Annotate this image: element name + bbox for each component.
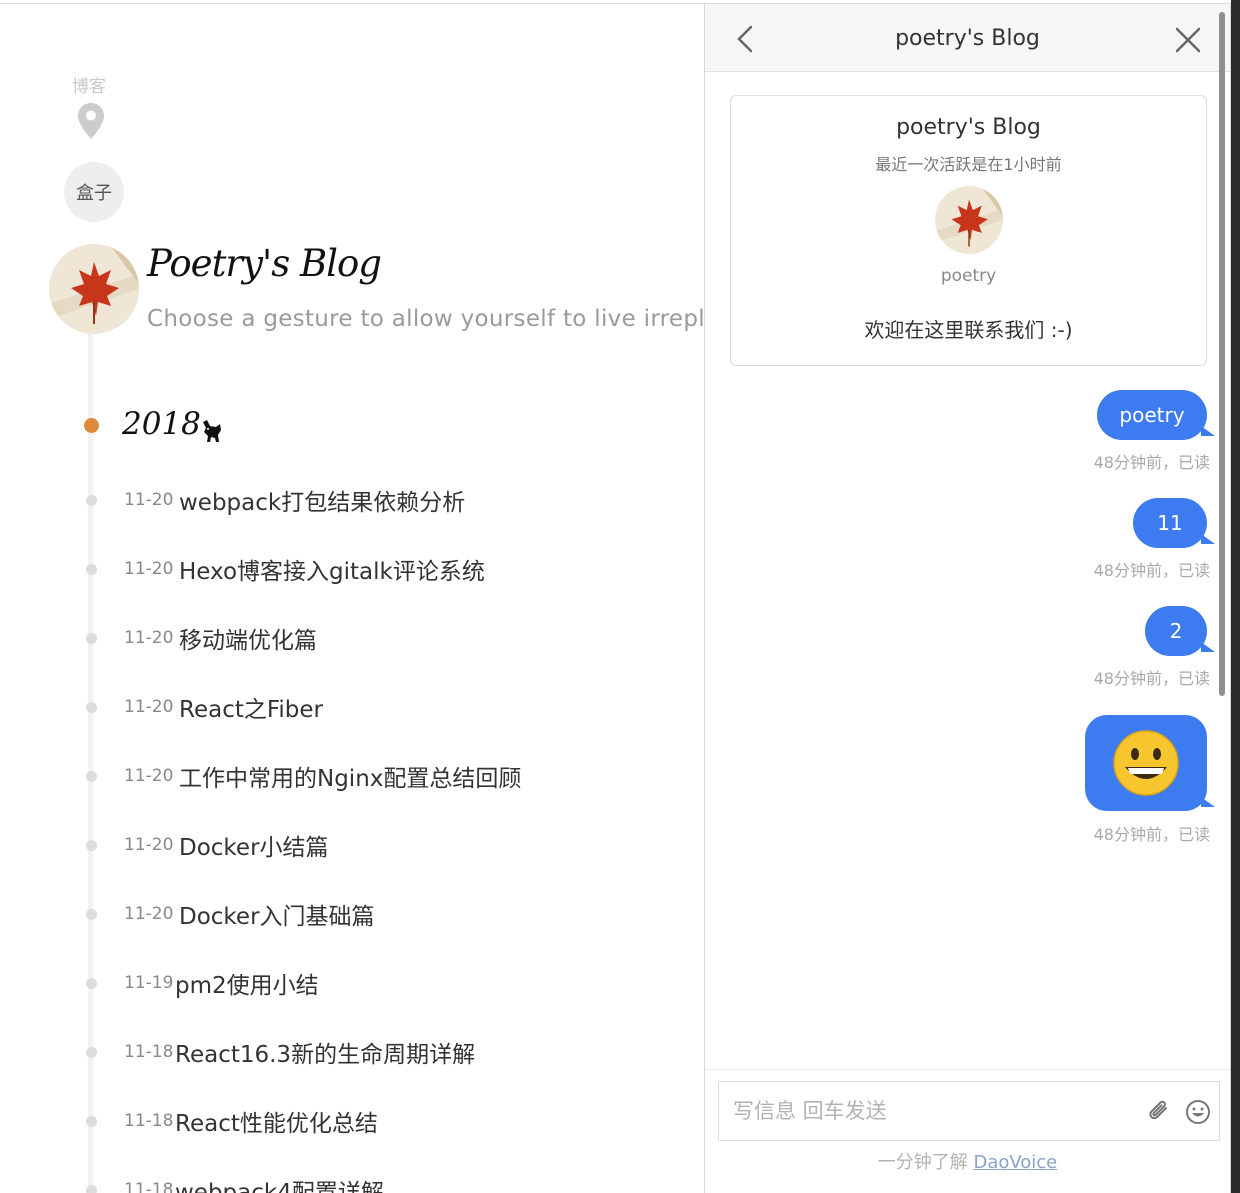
- welcome-message: 欢迎在这里联系我们 :-): [864, 318, 1073, 342]
- footer-prefix: 一分钟了解: [877, 1152, 974, 1173]
- emoji-smile-icon[interactable]: [1185, 1099, 1211, 1125]
- post-dot: [86, 633, 97, 644]
- message-meta: 48分钟前，已读: [1093, 669, 1210, 688]
- footer-note: 一分钟了解 DaoVoice: [705, 1148, 1230, 1174]
- post-title-link[interactable]: Hexo博客接入gitalk评论系统: [179, 552, 485, 586]
- post-title-link[interactable]: 移动端优化篇: [179, 621, 317, 655]
- post-item[interactable]: 11-19 pm2使用小结: [0, 963, 705, 1003]
- post-date: 11-20: [124, 559, 174, 579]
- chat-header: poetry's Blog: [705, 4, 1230, 72]
- post-dot: [86, 840, 97, 851]
- post-title-link[interactable]: Docker入门基础篇: [179, 897, 375, 931]
- post-dot: [86, 1047, 97, 1058]
- message-bubble: poetry: [1097, 390, 1215, 440]
- location-pin-icon: [78, 103, 104, 139]
- post-date: 11-20: [124, 835, 174, 855]
- paperclip-icon[interactable]: [1146, 1099, 1172, 1125]
- nav-box-button[interactable]: 盒子: [64, 162, 124, 222]
- post-item[interactable]: 11-20 Hexo博客接入gitalk评论系统: [0, 549, 705, 589]
- agent-avatar: [935, 186, 1003, 254]
- intro-status: 最近一次活跃是在1小时前: [875, 155, 1062, 174]
- cat-icon: [203, 420, 221, 442]
- post-title-link[interactable]: pm2使用小结: [175, 966, 319, 1000]
- site-subtitle: Choose a gesture to allow yourself to li…: [147, 306, 705, 332]
- post-date: 11-20: [124, 628, 174, 648]
- composer-divider: [705, 1069, 1230, 1070]
- close-icon[interactable]: [1174, 26, 1202, 54]
- message-bubble: 2: [1145, 606, 1215, 656]
- post-date: 11-18: [124, 1111, 174, 1131]
- chat-panel: poetry's Blog poetry's Blog 最近一次活跃是在1小时前…: [704, 4, 1231, 1193]
- post-title-link[interactable]: 工作中常用的Nginx配置总结回顾: [179, 759, 521, 793]
- post-item[interactable]: 11-20 Docker入门基础篇: [0, 894, 705, 934]
- post-item[interactable]: 11-20 Docker小结篇: [0, 825, 705, 865]
- post-title-link[interactable]: webpack4配置详解: [175, 1173, 384, 1193]
- post-date: 11-20: [124, 490, 174, 510]
- post-title-link[interactable]: React16.3新的生命周期详解: [175, 1035, 475, 1069]
- year-dot: [84, 418, 99, 433]
- post-date: 11-20: [124, 904, 174, 924]
- post-title-link[interactable]: Docker小结篇: [179, 828, 329, 862]
- chat-scrollbar[interactable]: [1219, 12, 1225, 696]
- post-dot: [86, 978, 97, 989]
- message-meta: 48分钟前，已读: [1093, 453, 1210, 472]
- year-heading: 2018: [122, 406, 201, 442]
- post-item[interactable]: 11-20 移动端优化篇: [0, 618, 705, 658]
- post-title-link[interactable]: webpack打包结果依赖分析: [179, 483, 465, 517]
- window-edge: [1231, 0, 1240, 1193]
- post-dot: [86, 1116, 97, 1127]
- message-meta: 48分钟前，已读: [1093, 825, 1210, 844]
- intro-card: poetry's Blog 最近一次活跃是在1小时前 poetry 欢迎在这里联…: [730, 95, 1207, 366]
- post-dot: [86, 495, 97, 506]
- post-dot: [86, 564, 97, 575]
- post-date: 11-18: [124, 1042, 174, 1062]
- grinning-face-icon: [1113, 730, 1179, 796]
- daovoice-link[interactable]: DaoVoice: [973, 1152, 1057, 1173]
- post-dot: [86, 1185, 97, 1193]
- site-avatar[interactable]: [49, 244, 139, 334]
- post-item[interactable]: 11-20 React之Fiber: [0, 687, 705, 727]
- message-meta: 48分钟前，已读: [1093, 561, 1210, 580]
- maple-leaf-avatar-icon: [935, 186, 1003, 254]
- post-dot: [86, 702, 97, 713]
- site-title[interactable]: Poetry's Blog: [147, 242, 382, 285]
- post-item[interactable]: 11-18 webpack4配置详解: [0, 1170, 705, 1193]
- post-item[interactable]: 11-18 React性能优化总结: [0, 1101, 705, 1141]
- emoji-message-bubble: [1085, 715, 1215, 811]
- message-bubble: 11: [1133, 498, 1215, 548]
- intro-name: poetry's Blog: [896, 115, 1041, 140]
- blog-page: 博客 盒子 Poetry's Blog Choose a gesture to …: [0, 4, 705, 1193]
- post-item[interactable]: 11-18 React16.3新的生命周期详解: [0, 1032, 705, 1072]
- post-dot: [86, 771, 97, 782]
- nav-blog-label[interactable]: 博客: [72, 72, 106, 97]
- agent-name: poetry: [940, 266, 997, 286]
- post-date: 11-20: [124, 766, 174, 786]
- post-date: 11-20: [124, 697, 174, 717]
- chat-title: poetry's Blog: [895, 26, 1040, 51]
- post-dot: [86, 909, 97, 920]
- message-composer: [718, 1081, 1220, 1141]
- post-title-link[interactable]: React之Fiber: [179, 690, 323, 724]
- post-title-link[interactable]: React性能优化总结: [175, 1104, 378, 1138]
- post-item[interactable]: 11-20 工作中常用的Nginx配置总结回顾: [0, 756, 705, 796]
- post-date: 11-18: [124, 1180, 174, 1193]
- maple-leaf-avatar-icon: [49, 244, 139, 334]
- post-item[interactable]: 11-20 webpack打包结果依赖分析: [0, 480, 705, 520]
- message-input[interactable]: [733, 1096, 1133, 1126]
- post-date: 11-19: [124, 973, 174, 993]
